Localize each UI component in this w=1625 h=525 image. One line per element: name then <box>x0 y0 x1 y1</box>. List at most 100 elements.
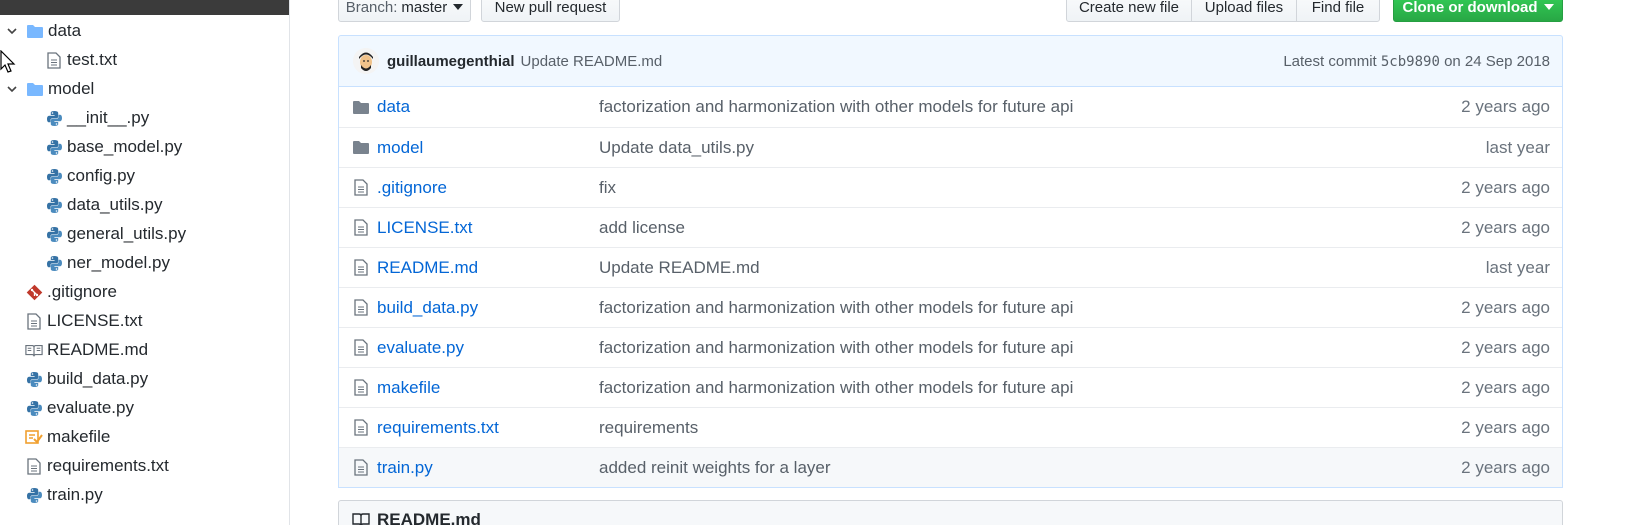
book-icon <box>25 341 43 359</box>
upload-files-label: Upload files <box>1204 0 1284 16</box>
commit-message-link[interactable]: factorization and harmonization with oth… <box>599 97 1073 117</box>
tree-item-label: test.txt <box>67 50 118 69</box>
avatar[interactable] <box>353 48 379 74</box>
makefile-icon <box>25 428 43 446</box>
file-row: LICENSE.txt add license 2 years ago <box>339 207 1562 247</box>
commit-message-link[interactable]: add license <box>599 218 685 238</box>
commit-message-link[interactable]: added reinit weights for a layer <box>599 458 831 478</box>
commit-message-link[interactable]: Update README.md <box>599 258 760 278</box>
file-name-link[interactable]: build_data.py <box>377 298 597 318</box>
file-icon <box>351 338 371 358</box>
commit-message-link[interactable]: factorization and harmonization with oth… <box>599 378 1073 398</box>
find-file-button[interactable]: Find file <box>1296 0 1380 22</box>
commit-message-link[interactable]: requirements <box>599 418 698 438</box>
tree-item-label: makefile <box>47 427 111 446</box>
tree-file[interactable]: train.py <box>25 480 103 510</box>
file-icon <box>351 418 371 438</box>
tree-folder[interactable]: data <box>6 16 81 46</box>
commit-message-link[interactable]: fix <box>599 178 616 198</box>
tree-file[interactable]: .gitignore <box>25 277 117 307</box>
tree-folder[interactable]: model <box>6 74 94 104</box>
file-row: evaluate.py factorization and harmonizati… <box>339 327 1562 367</box>
latest-commit-info: Latest commit 5cb9890 on 24 Sep 2018 <box>1283 53 1550 70</box>
tree-file[interactable]: requirements.txt <box>25 451 169 481</box>
tree-file[interactable]: test.txt <box>45 45 117 75</box>
tree-file[interactable]: data_utils.py <box>45 190 162 220</box>
file-row: data factorization and harmonization with… <box>339 87 1562 127</box>
branch-label: Branch: <box>345 0 398 16</box>
commit-author-link[interactable]: guillaumegenthial <box>387 53 515 70</box>
tree-file[interactable]: build_data.py <box>25 364 148 394</box>
python-file-icon <box>45 109 63 127</box>
mouse-cursor-icon <box>0 50 16 73</box>
commit-age: 2 years ago <box>1461 217 1550 237</box>
book-icon <box>351 510 371 525</box>
commit-message-link[interactable]: Update data_utils.py <box>599 138 754 158</box>
file-name-link[interactable]: makefile <box>377 378 597 398</box>
commit-age: last year <box>1485 137 1550 157</box>
tree-item-label: requirements.txt <box>47 456 169 475</box>
create-new-file-label: Create new file <box>1078 0 1180 16</box>
new-pull-request-label: New pull request <box>494 0 607 16</box>
folder-icon <box>26 22 44 40</box>
upload-files-button[interactable]: Upload files <box>1191 0 1297 22</box>
file-name-link[interactable]: README.md <box>377 258 597 278</box>
file-tree-sidebar: data test.txt model __init__.py base_model.p… <box>0 0 290 525</box>
commit-message-link[interactable]: factorization and harmonization with oth… <box>599 298 1073 318</box>
tree-file[interactable]: base_model.py <box>45 132 182 162</box>
branch-value: master <box>401 0 448 16</box>
commit-message-link[interactable]: factorization and harmonization with oth… <box>599 338 1073 358</box>
file-name-link[interactable]: .gitignore <box>377 178 597 198</box>
python-file-icon <box>25 399 43 417</box>
tree-item-label: .gitignore <box>47 282 117 301</box>
file-row: requirements.txt requirements 2 years ago <box>339 407 1562 447</box>
chevron-down-icon <box>1543 4 1554 10</box>
tree-file[interactable]: evaluate.py <box>25 393 134 423</box>
tree-file[interactable]: makefile <box>25 422 110 452</box>
tree-top-bar <box>0 0 289 15</box>
tree-file[interactable]: __init__.py <box>45 103 149 133</box>
commit-sha-link[interactable]: 5cb9890 <box>1381 54 1440 70</box>
commit-on-label: on <box>1444 52 1461 70</box>
file-name-link[interactable]: evaluate.py <box>377 338 597 358</box>
tree-item-label: data <box>48 21 82 40</box>
file-row: model Update data_utils.py last year <box>339 127 1562 167</box>
python-file-icon <box>45 254 63 272</box>
commit-age: 2 years ago <box>1461 377 1550 397</box>
branch-select-button[interactable]: Branch: master <box>338 0 471 22</box>
commit-age: last year <box>1485 257 1550 277</box>
tree-item-label: data_utils.py <box>67 195 163 214</box>
file-row: README.md Update README.md last year <box>339 247 1562 287</box>
tree-file[interactable]: LICENSE.txt <box>25 306 142 336</box>
python-file-icon <box>45 196 63 214</box>
tree-file[interactable]: README.md <box>25 335 148 365</box>
git-file-icon <box>25 283 43 301</box>
file-name-link[interactable]: train.py <box>377 458 597 478</box>
file-name-link[interactable]: model <box>377 138 597 158</box>
commit-age: 2 years ago <box>1461 177 1550 197</box>
file-row: makefile factorization and harmonization … <box>339 367 1562 407</box>
tree-file[interactable]: config.py <box>45 161 135 191</box>
folder-icon <box>26 80 44 98</box>
file-name-link[interactable]: LICENSE.txt <box>377 218 597 238</box>
readme-header: README.md <box>338 500 1563 525</box>
tree-file[interactable]: general_utils.py <box>45 219 186 249</box>
clone-or-download-button[interactable]: Clone or download <box>1393 0 1563 22</box>
python-file-icon <box>45 225 63 243</box>
chevron-down-icon[interactable] <box>6 25 18 37</box>
python-file-icon <box>45 167 63 185</box>
commit-message-link[interactable]: Update README.md <box>521 53 663 70</box>
create-new-file-button[interactable]: Create new file <box>1066 0 1192 22</box>
chevron-down-icon[interactable] <box>6 83 18 95</box>
file-name-link[interactable]: data <box>377 97 597 117</box>
clone-or-download-label: Clone or download <box>1402 0 1538 16</box>
python-file-icon <box>25 486 43 504</box>
new-pull-request-button[interactable]: New pull request <box>481 0 620 22</box>
latest-commit-label: Latest commit <box>1283 52 1377 70</box>
tree-file[interactable]: ner_model.py <box>45 248 170 278</box>
file-name-link[interactable]: requirements.txt <box>377 418 597 438</box>
tree-item-label: LICENSE.txt <box>47 311 143 330</box>
commit-date: 24 Sep 2018 <box>1464 52 1550 70</box>
file-icon <box>351 178 371 198</box>
file-text-icon <box>25 312 43 330</box>
